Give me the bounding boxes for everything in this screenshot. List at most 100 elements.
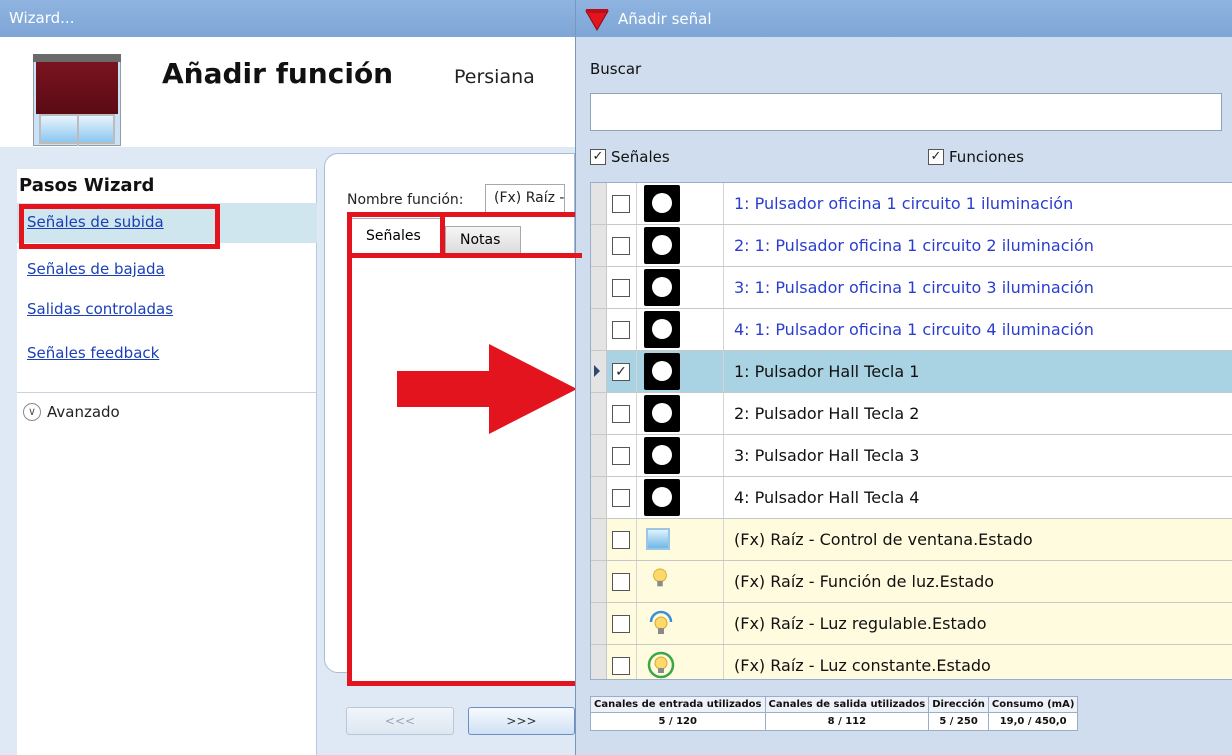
row-selector[interactable]	[591, 435, 607, 476]
row-checkbox[interactable]	[612, 321, 630, 339]
row-selector[interactable]	[591, 519, 607, 560]
row-selector[interactable]	[591, 645, 607, 679]
row-selector[interactable]	[591, 393, 607, 434]
signal-label: 4: 1: Pulsador oficina 1 circuito 4 ilum…	[734, 320, 1094, 339]
previous-button[interactable]: <<<	[346, 707, 454, 735]
wizard-steps-panel: Pasos Wizard Señales de subida Señales d…	[17, 169, 317, 755]
content-highlight-box	[347, 212, 582, 686]
function-row[interactable]: (Fx) Raíz - Luz constante.Estado	[591, 645, 1232, 679]
function-label: (Fx) Raíz - Luz constante.Estado	[734, 656, 991, 675]
function-row[interactable]: (Fx) Raíz - Función de luz.Estado	[591, 561, 1232, 603]
pushbutton-icon	[644, 311, 680, 348]
signal-label: 1: Pulsador oficina 1 circuito 1 ilumina…	[734, 194, 1074, 213]
wizard-window: Wizard... Añadir función Persiana Pasos …	[0, 0, 582, 755]
row-selector[interactable]	[591, 183, 607, 224]
row-selector[interactable]	[591, 309, 607, 350]
pushbutton-icon	[644, 227, 680, 264]
next-button[interactable]: >>>	[468, 707, 575, 735]
search-input[interactable]	[590, 93, 1222, 131]
function-row[interactable]: (Fx) Raíz - Luz regulable.Estado	[591, 603, 1232, 645]
window-icon	[646, 528, 670, 550]
signal-row[interactable]: 3: Pulsador Hall Tecla 3	[591, 435, 1232, 477]
function-name-input[interactable]: (Fx) Raíz -	[485, 184, 565, 214]
step-link-senales-bajada[interactable]: Señales de bajada	[27, 260, 165, 278]
row-checkbox-checked[interactable]: ✓	[612, 363, 630, 381]
function-label: (Fx) Raíz - Luz regulable.Estado	[734, 614, 987, 633]
checkbox-checked-icon: ✓	[590, 149, 606, 165]
step-highlight-box	[19, 204, 220, 249]
address-header: Dirección	[928, 696, 989, 713]
pushbutton-icon	[644, 269, 680, 306]
row-selector[interactable]	[591, 267, 607, 308]
steps-divider	[17, 392, 317, 393]
signal-label: 3: Pulsador Hall Tecla 3	[734, 446, 920, 465]
dimmable-light-icon	[649, 610, 673, 634]
output-channels-value: 8 / 112	[764, 712, 930, 731]
row-selector[interactable]	[591, 561, 607, 602]
function-row[interactable]: (Fx) Raíz - Control de ventana.Estado	[591, 519, 1232, 561]
signal-label: 1: Pulsador Hall Tecla 1	[734, 362, 920, 381]
function-label: (Fx) Raíz - Función de luz.Estado	[734, 572, 995, 591]
search-label: Buscar	[590, 60, 642, 78]
red-arrow-icon	[397, 344, 577, 434]
row-checkbox[interactable]	[612, 279, 630, 297]
step-link-senales-feedback[interactable]: Señales feedback	[27, 344, 159, 362]
row-selector[interactable]	[591, 351, 607, 392]
signal-row-selected[interactable]: ✓ 1: Pulsador Hall Tecla 1	[591, 351, 1232, 393]
consumption-header: Consumo (mA)	[987, 696, 1079, 713]
wizard-body: Pasos Wizard Señales de subida Señales d…	[0, 147, 582, 755]
dialog-title-bar: Añadir señal	[576, 0, 1232, 37]
filter-senales-label: Señales	[611, 148, 670, 166]
row-checkbox[interactable]	[612, 237, 630, 255]
light-bulb-icon	[653, 568, 667, 587]
row-checkbox[interactable]	[612, 531, 630, 549]
signal-label: 3: 1: Pulsador oficina 1 circuito 3 ilum…	[734, 278, 1094, 297]
row-checkbox[interactable]	[612, 195, 630, 213]
advanced-label: Avanzado	[47, 403, 120, 421]
signal-label: 4: Pulsador Hall Tecla 4	[734, 488, 920, 507]
advanced-toggle[interactable]: ∨ Avanzado	[23, 403, 120, 421]
row-selector[interactable]	[591, 225, 607, 266]
row-checkbox[interactable]	[612, 657, 630, 675]
signal-row[interactable]: 1: Pulsador oficina 1 circuito 1 ilumina…	[591, 183, 1232, 225]
signal-row[interactable]: 4: Pulsador Hall Tecla 4	[591, 477, 1232, 519]
pushbutton-icon	[644, 437, 680, 474]
chevron-down-icon: ∨	[23, 403, 41, 421]
row-selector[interactable]	[591, 603, 607, 644]
pushbutton-icon	[644, 185, 680, 222]
signal-row[interactable]: 3: 1: Pulsador oficina 1 circuito 3 ilum…	[591, 267, 1232, 309]
pushbutton-icon	[644, 353, 680, 390]
signal-row[interactable]: 4: 1: Pulsador oficina 1 circuito 4 ilum…	[591, 309, 1232, 351]
row-checkbox[interactable]	[612, 405, 630, 423]
add-signal-dialog: Añadir señal Buscar ✓ Señales ✓ Funcione…	[575, 0, 1232, 755]
roller-blind-icon	[33, 54, 121, 146]
function-form-card: Nombre función: (Fx) Raíz - Señales Nota…	[324, 153, 582, 686]
filter-senales-checkbox[interactable]: ✓ Señales	[590, 148, 670, 166]
row-checkbox[interactable]	[612, 573, 630, 591]
tab-highlight-line	[440, 253, 582, 258]
function-name-label: Nombre función:	[347, 192, 464, 208]
channel-usage-table: Canales de entrada utilizados Canales de…	[590, 696, 1079, 731]
page-title: Añadir función	[162, 57, 394, 90]
function-label: (Fx) Raíz - Control de ventana.Estado	[734, 530, 1033, 549]
steps-title: Pasos Wizard	[19, 175, 155, 196]
input-channels-header: Canales de entrada utilizados	[590, 696, 766, 713]
function-form-panel: Nombre función: (Fx) Raíz - Señales Nota…	[318, 153, 582, 749]
red-triangle-icon	[585, 9, 609, 31]
filter-funciones-checkbox[interactable]: ✓ Funciones	[928, 148, 1024, 166]
wizard-title-bar: Wizard...	[0, 0, 575, 37]
signal-row[interactable]: 2: 1: Pulsador oficina 1 circuito 2 ilum…	[591, 225, 1232, 267]
address-value: 5 / 250	[928, 712, 989, 731]
step-link-salidas-controladas[interactable]: Salidas controladas	[27, 300, 173, 318]
output-channels-header: Canales de salida utilizados	[764, 696, 930, 713]
signal-label: 2: 1: Pulsador oficina 1 circuito 2 ilum…	[734, 236, 1094, 255]
page-subtitle: Persiana	[454, 66, 535, 88]
signal-row[interactable]: 2: Pulsador Hall Tecla 2	[591, 393, 1232, 435]
row-checkbox[interactable]	[612, 615, 630, 633]
row-checkbox[interactable]	[612, 447, 630, 465]
dialog-title: Añadir señal	[618, 10, 712, 28]
signals-grid: 1: Pulsador oficina 1 circuito 1 ilumina…	[590, 182, 1232, 680]
row-checkbox[interactable]	[612, 489, 630, 507]
row-selector[interactable]	[591, 477, 607, 518]
input-channels-value: 5 / 120	[590, 712, 766, 731]
